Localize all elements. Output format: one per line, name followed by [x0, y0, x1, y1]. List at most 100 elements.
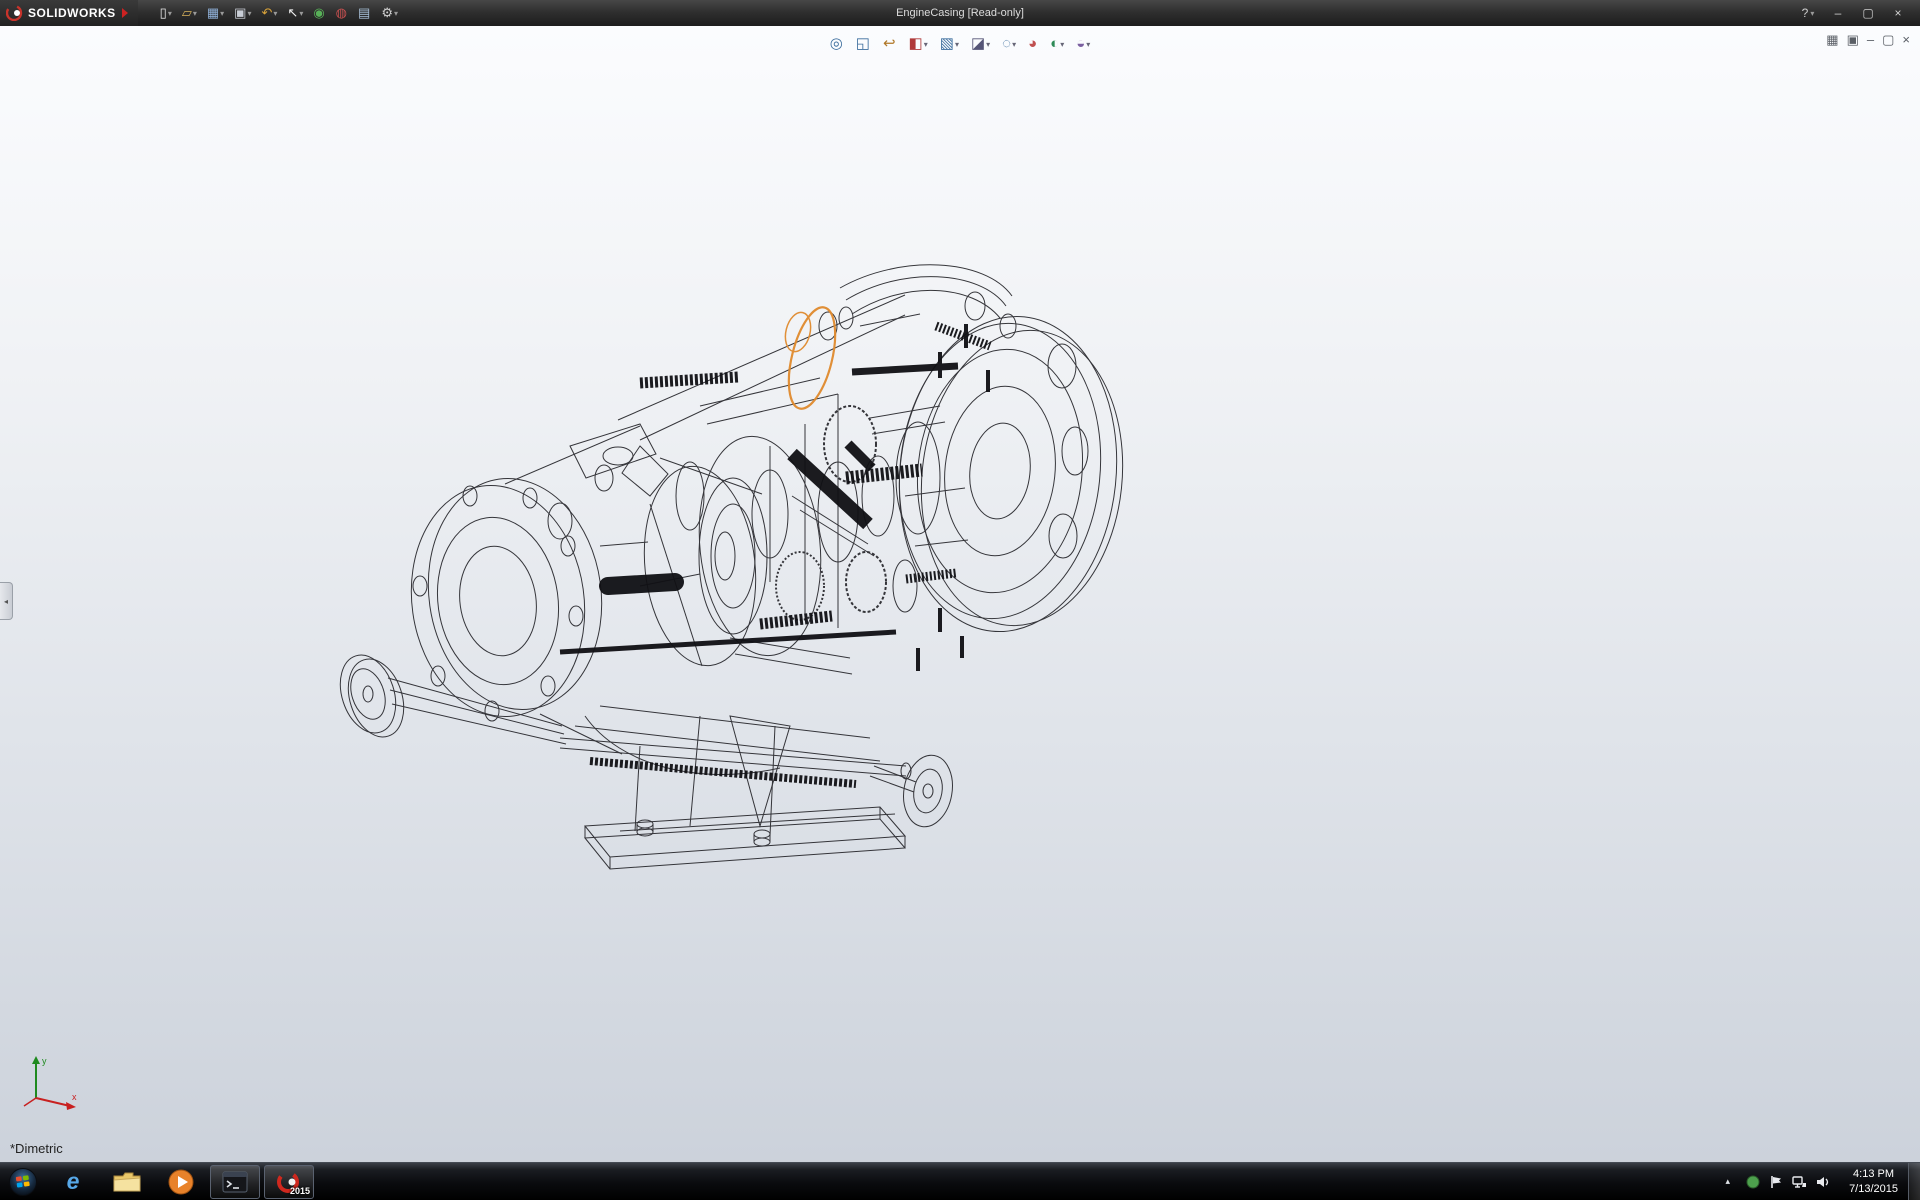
- headsup-glyph-icon: ◕: [1028, 34, 1037, 54]
- view-settings-button[interactable]: ◒ ▾: [1072, 33, 1094, 55]
- display-style-button[interactable]: ◪ ▾: [967, 33, 994, 55]
- clock-date: 7/13/2015: [1849, 1182, 1898, 1197]
- doc-viewport-split-button[interactable]: ▦: [1826, 32, 1838, 48]
- doc-restore-button[interactable]: ▢: [1882, 32, 1894, 48]
- internet-explorer-button[interactable]: e: [48, 1165, 98, 1199]
- show-desktop-button[interactable]: [1908, 1163, 1920, 1200]
- dropdown-arrow-icon: ▾: [924, 40, 928, 49]
- select-button[interactable]: ↖ ▾: [283, 2, 307, 24]
- minimize-button[interactable]: –: [1824, 3, 1852, 23]
- command-prompt-icon: [222, 1171, 248, 1193]
- save-button[interactable]: ▦ ▾: [203, 2, 228, 24]
- open-button[interactable]: ▱ ▾: [178, 2, 201, 24]
- toolbar-glyph-icon: ▯: [160, 3, 167, 23]
- undo-button[interactable]: ↶ ▾: [257, 2, 281, 24]
- taskbar: e 20: [0, 1162, 1920, 1200]
- section-view-button[interactable]: ◧ ▾: [905, 33, 932, 55]
- file-properties-button[interactable]: ▤: [354, 2, 375, 24]
- doc-new-window-button[interactable]: ▣: [1847, 32, 1859, 48]
- reference-triad: y x: [16, 1050, 86, 1116]
- restore-button[interactable]: ▢: [1854, 3, 1882, 23]
- windows-orb-icon: [8, 1167, 38, 1197]
- dropdown-arrow-icon: ▾: [1086, 40, 1090, 49]
- headsup-glyph-icon: ◐: [1050, 34, 1059, 54]
- model-wireframe[interactable]: [0, 26, 1920, 1162]
- toolbar-glyph-icon: ▣: [234, 3, 246, 23]
- taskbar-clock[interactable]: 4:13 PM 7/13/2015: [1839, 1167, 1908, 1197]
- view-orientation-button[interactable]: ▧ ▾: [936, 33, 963, 55]
- titlebar: SOLIDWORKS ▯ ▾ ▱ ▾ ▦ ▾: [0, 0, 1920, 26]
- volume-icon[interactable]: [1816, 1175, 1831, 1189]
- logo-chevron-icon: [122, 8, 128, 18]
- options-button[interactable]: ⚙ ▾: [377, 2, 402, 24]
- dropdown-arrow-icon: ▾: [955, 40, 959, 49]
- media-play-icon: [168, 1169, 194, 1195]
- toolbar-glyph-icon: ↖: [287, 3, 298, 23]
- view-orientation-label: *Dimetric: [10, 1141, 63, 1156]
- triad-y-label: y: [42, 1056, 47, 1066]
- dropdown-arrow-icon: ▾: [193, 9, 197, 18]
- window-controls: ? ▾ – ▢ ×: [1794, 3, 1920, 23]
- windows-explorer-button[interactable]: [102, 1165, 152, 1199]
- rebuild-button[interactable]: ◍: [332, 2, 352, 24]
- toolbar-glyph-icon: ◍: [336, 3, 347, 23]
- main-toolbar: ▯ ▾ ▱ ▾ ▦ ▾ ▣ ▾ ↶: [156, 2, 402, 24]
- command-prompt-button[interactable]: [210, 1165, 260, 1199]
- tray-icons: [1738, 1175, 1839, 1189]
- internet-explorer-icon: e: [67, 1168, 80, 1195]
- start-button[interactable]: [0, 1163, 46, 1200]
- solidworks-logo: SOLIDWORKS: [0, 0, 138, 26]
- clock-time: 4:13 PM: [1849, 1167, 1898, 1182]
- action-center-flag-icon[interactable]: [1769, 1175, 1783, 1189]
- app-name: SOLIDWORKS: [28, 6, 116, 20]
- doc-control-glyph-icon: ▣: [1847, 32, 1859, 47]
- toolbar-glyph-icon: ⚙: [381, 3, 393, 23]
- apply-scene-button[interactable]: ◐ ▾: [1046, 33, 1068, 55]
- solidworks-window: SOLIDWORKS ▯ ▾ ▱ ▾ ▦ ▾: [0, 0, 1920, 1200]
- dropdown-arrow-icon: ▾: [247, 9, 251, 18]
- headsup-glyph-icon: ◪: [971, 34, 985, 54]
- toolbar-glyph-icon: ◉: [313, 3, 324, 23]
- solidworks-2015-button[interactable]: 2015: [264, 1165, 314, 1199]
- dropdown-arrow-icon: ▾: [1012, 40, 1016, 49]
- headsup-glyph-icon: ◒: [1076, 34, 1085, 54]
- headsup-glyph-icon: ◌: [1002, 34, 1011, 54]
- triad-x-label: x: [72, 1092, 77, 1102]
- doc-control-glyph-icon: ×: [1902, 32, 1910, 47]
- new-button[interactable]: ▯ ▾: [156, 2, 176, 24]
- print-button[interactable]: ▣ ▾: [230, 2, 255, 24]
- dropdown-arrow-icon: ▾: [1810, 9, 1814, 18]
- xpress-tools-button[interactable]: ◉: [309, 2, 329, 24]
- dropdown-arrow-icon: ▾: [986, 40, 990, 49]
- previous-view-button[interactable]: ↩: [879, 33, 901, 55]
- toolbar-glyph-icon: ↶: [261, 3, 272, 23]
- zoom-to-area-button[interactable]: ◱: [852, 33, 875, 55]
- edit-appearance-button[interactable]: ◕: [1024, 33, 1042, 55]
- highlighted-edge: [780, 303, 844, 414]
- dropdown-arrow-icon: ▾: [220, 9, 224, 18]
- status-icon[interactable]: [1746, 1175, 1760, 1189]
- dropdown-arrow-icon: ▾: [394, 9, 398, 18]
- headsup-glyph-icon: ↩: [883, 34, 896, 54]
- toolbar-glyph-icon: ▱: [182, 3, 192, 23]
- doc-control-glyph-icon: ▢: [1882, 32, 1894, 47]
- folder-icon: [113, 1171, 141, 1193]
- headsup-glyph-icon: ▧: [940, 34, 954, 54]
- close-button[interactable]: ×: [1884, 3, 1912, 23]
- toolbar-glyph-icon: ▤: [358, 3, 370, 23]
- network-icon[interactable]: [1792, 1175, 1807, 1189]
- doc-close-button[interactable]: ×: [1902, 32, 1910, 48]
- dropdown-arrow-icon: ▾: [299, 9, 303, 18]
- dropdown-arrow-icon: ▾: [1060, 40, 1064, 49]
- doc-control-glyph-icon: ▦: [1826, 32, 1838, 47]
- 3ds-logo-icon: [6, 5, 24, 21]
- system-tray: ▴: [1718, 1163, 1920, 1200]
- show-hidden-icons-button[interactable]: ▴: [1718, 1176, 1739, 1187]
- help-button[interactable]: ? ▾: [1794, 3, 1822, 23]
- headsup-view-toolbar: ◎ ◱ ↩ ◧ ▾ ▧: [826, 33, 1095, 55]
- graphics-viewport: ◎ ◱ ↩ ◧ ▾ ▧: [0, 26, 1920, 1162]
- zoom-to-fit-button[interactable]: ◎: [826, 33, 848, 55]
- hide-show-items-button[interactable]: ◌ ▾: [998, 33, 1020, 55]
- doc-minimize-button[interactable]: –: [1867, 32, 1874, 48]
- media-player-button[interactable]: [156, 1165, 206, 1199]
